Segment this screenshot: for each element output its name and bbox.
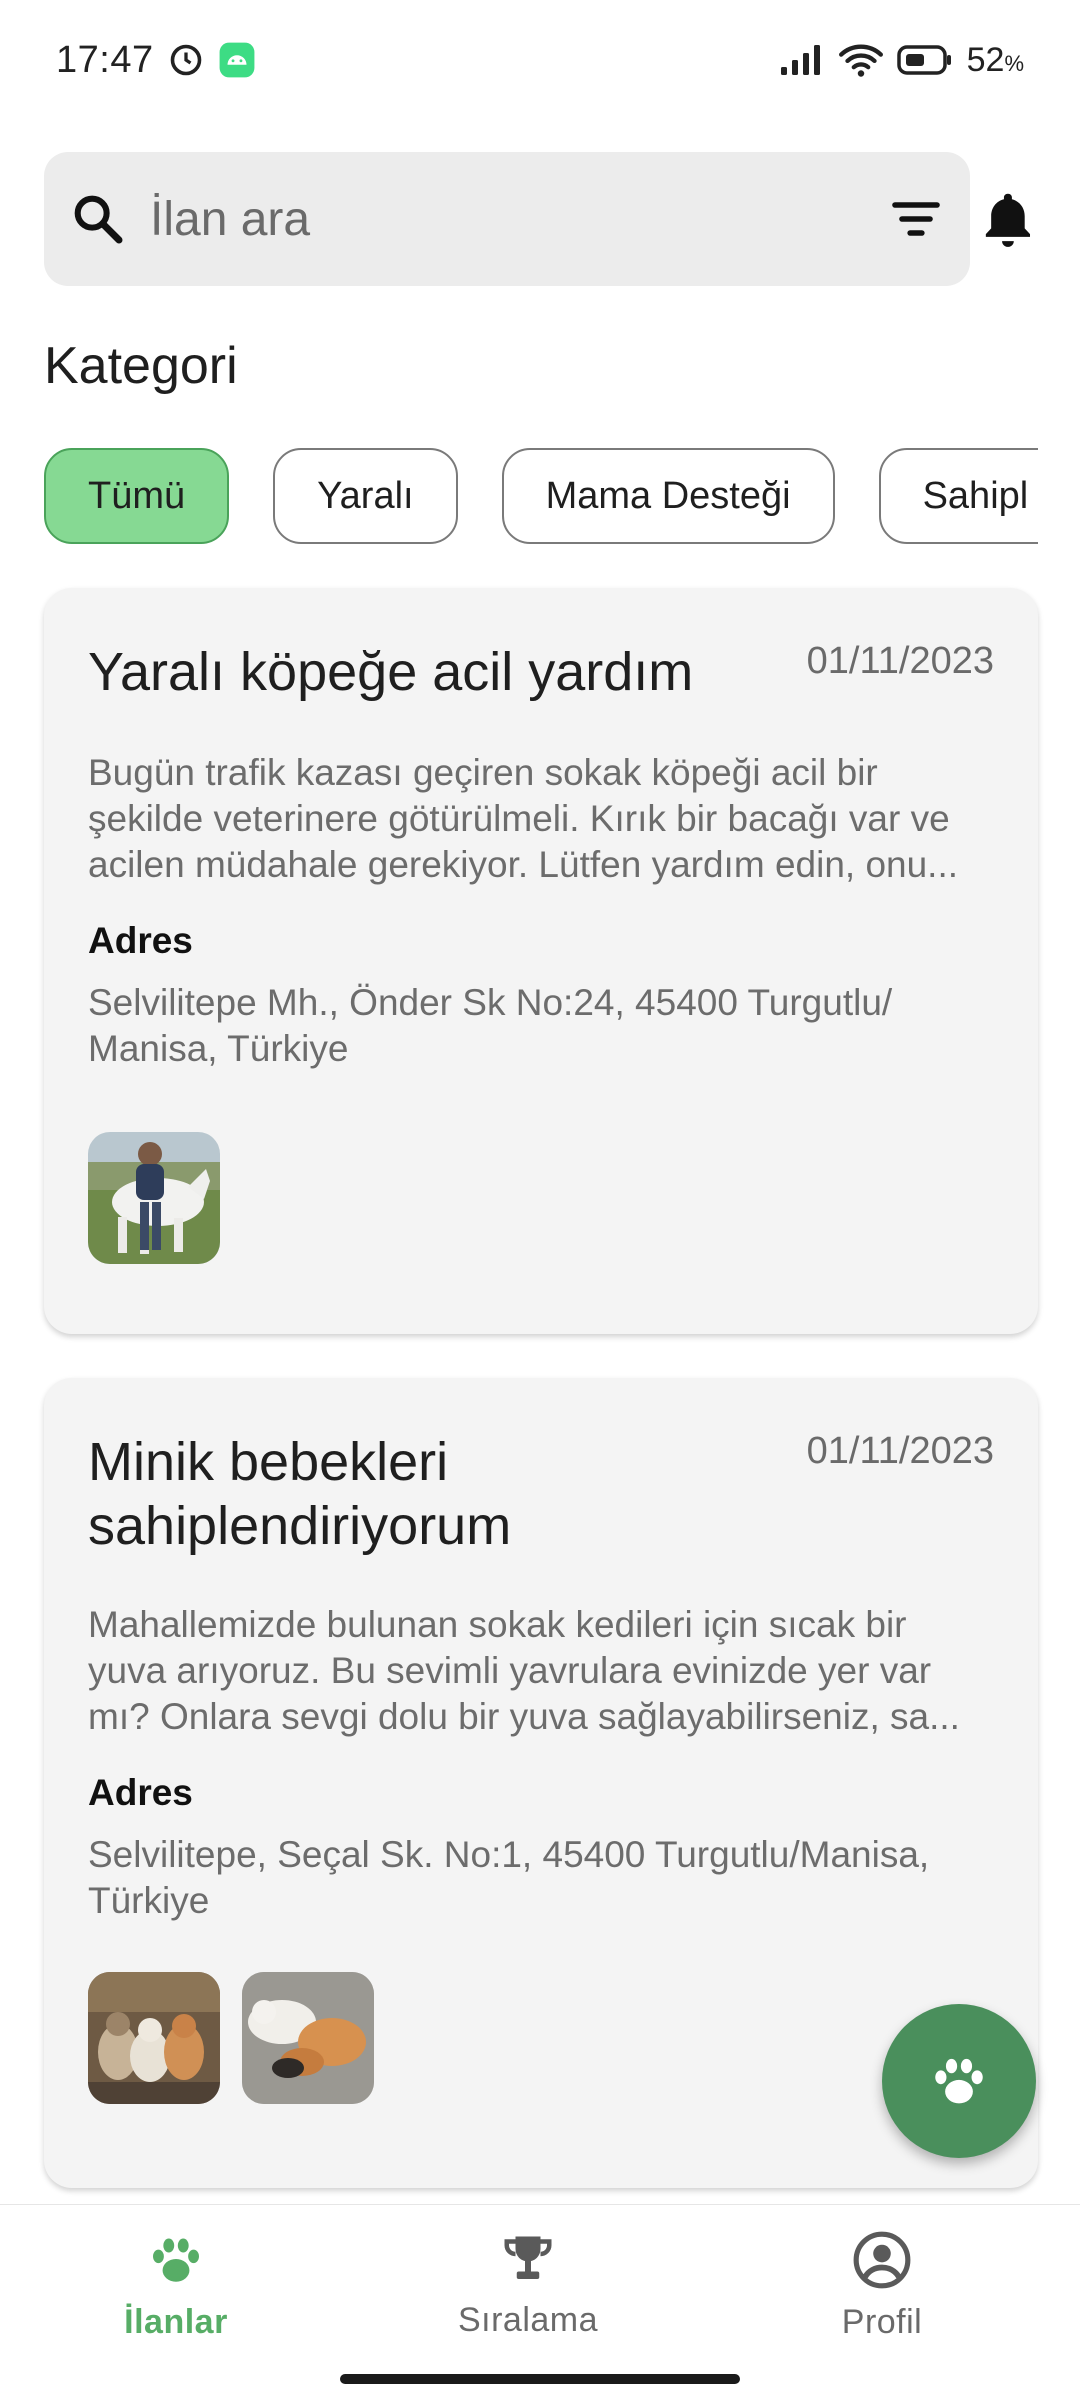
post-address: Selvilitepe Mh., Önder Sk No:24, 45400 T… <box>88 982 893 1069</box>
search-row <box>44 152 1040 286</box>
chip-all[interactable]: Tümü <box>44 448 230 544</box>
post-title: Minik bebekleri sahiplendiriyorum <box>88 1432 512 1556</box>
nav-item-listings[interactable]: İlanlar <box>46 2229 306 2342</box>
nav-label: Profil <box>841 2303 923 2341</box>
address-label: Adres <box>88 1772 193 1813</box>
clock-icon <box>170 44 201 76</box>
post-date: 01/11/2023 <box>806 1430 994 1472</box>
paw-icon <box>153 2238 199 2282</box>
post-photo[interactable] <box>88 1972 220 2104</box>
chip-food-support[interactable]: Mama Desteği <box>501 448 835 544</box>
status-bar: 17:47 52% <box>0 0 1080 120</box>
trophy-icon <box>504 2236 552 2279</box>
battery-level: 52% <box>966 40 1024 79</box>
chip-adoption[interactable]: Sahipl <box>878 448 1038 544</box>
status-time: 17:47 <box>56 38 154 81</box>
bottom-navigation: İlanlar Sıralama Profil <box>0 2204 1080 2400</box>
post-date: 01/11/2023 <box>806 640 994 682</box>
paw-icon <box>935 2058 983 2104</box>
search-icon <box>74 195 123 244</box>
post-description: Mahallemizde bulunan sokak kedileri için… <box>88 1604 960 1737</box>
post-address: Selvilitepe, Seçal Sk. No:1, 45400 Turgu… <box>88 1834 930 1921</box>
home-indicator[interactable] <box>340 2374 740 2384</box>
address-label: Adres <box>88 920 193 961</box>
battery-icon <box>896 45 951 75</box>
profile-icon <box>853 2231 911 2289</box>
post-photo[interactable] <box>242 1972 374 2104</box>
post-title: Yaralı köpeğe acil yardım <box>88 642 694 702</box>
search-bar[interactable] <box>44 152 971 286</box>
wifi-icon <box>838 44 883 77</box>
nav-label: Sıralama <box>457 2301 599 2339</box>
category-title: Kategori <box>44 337 238 395</box>
post-card[interactable]: Yaralı köpeğe acil yardım 01/11/2023 Bug… <box>44 588 1038 1334</box>
chip-injured[interactable]: Yaralı <box>273 448 458 544</box>
post-photo[interactable] <box>88 1132 220 1264</box>
search-input[interactable] <box>148 190 889 248</box>
filter-icon[interactable] <box>888 191 944 247</box>
android-icon <box>219 42 255 78</box>
nav-item-ranking[interactable]: Sıralama <box>398 2229 658 2340</box>
post-description: Bugün trafik kazası geçiren sokak köpeği… <box>88 752 959 885</box>
nav-item-profile[interactable]: Profil <box>752 2229 1012 2342</box>
bell-icon[interactable] <box>976 187 1040 251</box>
category-chips: Tümü Yaralı Mama Desteği Sahipl <box>44 448 1038 548</box>
nav-label: İlanlar <box>124 2303 228 2341</box>
add-post-fab[interactable] <box>882 2004 1036 2158</box>
signal-icon <box>780 45 820 75</box>
